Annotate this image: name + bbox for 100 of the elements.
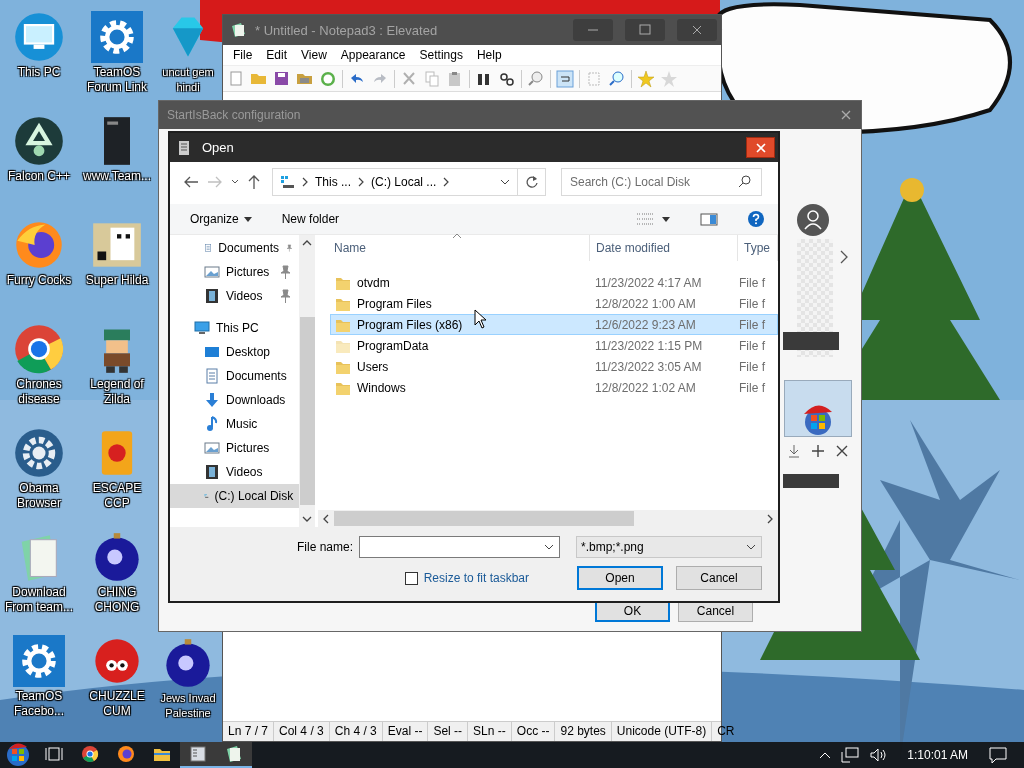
address-bar[interactable]: This ... (C:) Local ... — [272, 168, 518, 196]
checkbox-label[interactable]: Resize to fit taskbar — [423, 571, 529, 585]
checkbox[interactable] — [404, 571, 418, 585]
globe-icon[interactable] — [13, 219, 65, 271]
new-folder-button[interactable]: New folder — [279, 209, 342, 229]
file-name: Windows — [357, 380, 406, 395]
file-row[interactable]: otvdm 11/23/2022 4:17 AM File f — [330, 272, 778, 293]
volume-icon[interactable] — [869, 747, 888, 763]
taskbar-button[interactable] — [216, 742, 252, 768]
search-field[interactable]: Search (C:) Local Disk — [561, 168, 762, 196]
chevron-down-icon — [543, 542, 555, 552]
preview-pane-icon[interactable] — [700, 212, 718, 226]
file-row[interactable]: Users 11/23/2022 3:05 AM File f — [330, 356, 778, 377]
status-field: Ch 4 / 3 — [329, 722, 383, 741]
column-header[interactable]: Name — [318, 235, 590, 261]
nav-item[interactable]: Music — [170, 412, 300, 436]
shortcut-label: Download From team... — [4, 585, 74, 615]
caret-icon[interactable] — [662, 215, 670, 223]
status-field: 92 bytes — [555, 722, 612, 741]
clock[interactable]: 1:10:01 AM — [907, 748, 968, 762]
nav-item[interactable]: Pictures — [170, 260, 300, 284]
column-header[interactable]: Type — [738, 235, 778, 261]
shortcut-label: Furry Cocks — [5, 273, 73, 288]
help-icon[interactable] — [748, 211, 764, 227]
scrollbar[interactable] — [318, 510, 778, 527]
nav-item[interactable]: Videos — [170, 460, 300, 484]
file-name-field[interactable] — [359, 536, 560, 558]
save-icon[interactable] — [273, 69, 291, 88]
type-cell: File f — [739, 338, 765, 353]
nav-item[interactable]: This PC — [170, 316, 300, 340]
nav-item[interactable]: Videos — [170, 284, 300, 308]
type-cell: File f — [739, 317, 765, 332]
nav-item[interactable]: Documents — [170, 236, 300, 260]
nav-item[interactable]: Desktop — [170, 340, 300, 364]
chevron-right-icon[interactable] — [839, 249, 849, 265]
up-arrow-icon[interactable] — [246, 174, 262, 190]
monitor-icon — [194, 320, 210, 336]
column-header[interactable]: Date modified — [590, 235, 738, 261]
clock-icon[interactable] — [319, 69, 337, 88]
status-field: Occ -- — [511, 722, 556, 741]
notepad-icon — [225, 745, 243, 763]
star-icon[interactable] — [660, 69, 678, 88]
dialog-button[interactable]: Open — [577, 566, 663, 590]
refresh-button[interactable] — [518, 168, 546, 196]
ring-icon[interactable] — [13, 323, 65, 375]
status-field: Col 4 / 3 — [274, 722, 330, 741]
scroll-right-icon — [766, 513, 774, 524]
shortcut-label: uncut gem hindi — [161, 65, 215, 95]
recycle-icon[interactable] — [13, 115, 65, 167]
monitor-icon[interactable] — [13, 11, 65, 63]
gear-icon[interactable] — [13, 635, 65, 687]
status-field: Unicode (UTF-8) — [611, 722, 713, 741]
cursor-icon — [474, 309, 488, 329]
back-arrow-icon[interactable] — [182, 174, 200, 190]
zoom-icon[interactable] — [608, 69, 626, 88]
scroll-down-icon — [302, 515, 313, 523]
file-row[interactable]: Program Files (x86) 12/6/2022 9:23 AM File f — [330, 314, 778, 335]
date-cell-text: 12/8/2022 1:00 AM — [595, 296, 697, 311]
caret-icon — [243, 215, 252, 223]
status-field: SLn -- — [468, 722, 512, 741]
menu-item[interactable]: File — [226, 48, 260, 62]
close-button[interactable] — [746, 137, 775, 158]
chevron-up-icon[interactable] — [819, 750, 832, 760]
taskbar-button[interactable] — [180, 742, 216, 768]
gear-icon[interactable] — [91, 11, 143, 63]
menu-item[interactable]: Help — [469, 48, 509, 62]
shortcut-label: CHUZZLE CUM — [88, 689, 146, 719]
network-icon[interactable] — [841, 747, 860, 763]
date-cell-text: 11/23/2022 4:17 AM — [595, 275, 703, 290]
menu-item[interactable]: Settings — [412, 48, 470, 62]
file-row[interactable]: Windows 12/8/2022 1:02 AM File f — [330, 377, 778, 398]
type-cell: File f — [739, 296, 765, 311]
wrap-icon[interactable] — [556, 69, 574, 88]
nav-item[interactable]: (C:) Local Disk — [170, 484, 300, 508]
scrollbar[interactable] — [299, 235, 315, 527]
file-row[interactable]: Program Files 12/8/2022 1:00 AM File f — [330, 293, 778, 314]
scroll-left-icon — [322, 513, 330, 524]
notification-icon[interactable] — [988, 746, 1008, 764]
nav-item[interactable]: Downloads — [170, 388, 300, 412]
file-name: otvdm — [357, 275, 390, 290]
menu-item[interactable]: View — [294, 48, 334, 62]
date-cell-text: 12/6/2022 9:23 AM — [595, 317, 697, 332]
avatar-icon — [797, 204, 829, 236]
filter-dropdown[interactable]: *.bmp;*.png — [576, 536, 762, 558]
file-row[interactable]: ProgramData 11/23/2022 1:15 PM File f — [330, 335, 778, 356]
menu-item[interactable]: Appearance — [333, 48, 413, 62]
shortcut-label: Obama Browser — [16, 481, 62, 511]
nav-item[interactable]: Pictures — [170, 436, 300, 460]
ring-icon — [81, 745, 99, 763]
magnifier-icon[interactable] — [527, 69, 545, 88]
plus-icon — [810, 443, 826, 459]
organize-menu[interactable]: Organize — [188, 209, 254, 229]
window-icon — [189, 745, 207, 763]
menu-item[interactable]: Edit — [259, 48, 295, 62]
nav-item[interactable]: Documents — [170, 364, 300, 388]
shortcut-label: Chrones disease — [15, 377, 63, 407]
gear-icon[interactable] — [13, 427, 65, 479]
star-icon[interactable] — [637, 69, 655, 88]
dialog-button[interactable]: Cancel — [676, 566, 762, 590]
type-cell: File f — [739, 359, 765, 374]
